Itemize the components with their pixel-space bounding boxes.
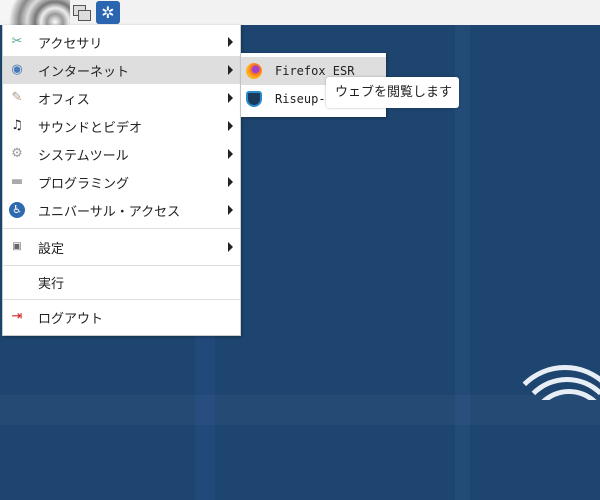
menu-item-programming[interactable]: ▬ プログラミング (3, 168, 240, 196)
chevron-right-icon (228, 149, 233, 159)
menu-separator (3, 299, 240, 300)
chevron-right-icon (228, 242, 233, 252)
menu-separator (3, 228, 240, 229)
menu-item-label: ユニバーサル・アクセス (38, 204, 181, 220)
menu-item-office[interactable]: ✎ オフィス (3, 84, 240, 112)
menu-item-sound-video[interactable]: ♫ サウンドとビデオ (3, 112, 240, 140)
chevron-right-icon (228, 177, 233, 187)
menu-item-accessories[interactable]: ✂ アクセサリ (3, 28, 240, 56)
desktop-logo-icon (505, 345, 600, 400)
internet-globe-icon: ◉ (11, 62, 23, 77)
show-windows-icon[interactable] (73, 5, 93, 22)
system-tools-icon: ⚙ (11, 146, 23, 161)
chevron-right-icon (228, 93, 233, 103)
multimedia-icon: ♫ (11, 118, 23, 133)
menu-item-internet[interactable]: ◉ インターネット (3, 56, 240, 84)
menu-item-label: インターネット (38, 64, 130, 80)
chevron-right-icon (228, 205, 233, 215)
blank-icon (9, 274, 25, 290)
accessibility-icon: ♿ (9, 202, 25, 218)
menu-item-accessibility[interactable]: ♿ ユニバーサル・アクセス (3, 196, 240, 224)
submenu-item-label: Riseup-v (275, 92, 333, 106)
menu-item-label: システムツール (38, 148, 129, 164)
taskbar: ✲ (0, 0, 600, 25)
menu-item-run[interactable]: 実行 (3, 268, 240, 296)
tooltip: ウェブを閲覧します (326, 77, 459, 108)
programming-icon: ▬ (10, 174, 24, 189)
menu-item-label: プログラミング (38, 176, 130, 192)
logout-icon: ⇥ (11, 309, 23, 324)
menu-item-label: アクセサリ (38, 36, 103, 52)
app-launcher-icon[interactable]: ✲ (96, 1, 120, 24)
menu-item-label: オフィス (38, 92, 90, 108)
firefox-icon (246, 63, 262, 79)
application-menu: ✂ アクセサリ ◉ インターネット ✎ オフィス ♫ サウンドとビデオ ⚙ システムツール… (2, 25, 241, 336)
accessories-icon: ✂ (11, 34, 23, 49)
menu-separator (3, 265, 240, 266)
settings-icon: ▣ (12, 241, 22, 252)
chevron-right-icon (228, 37, 233, 47)
submenu-item-label: Firefox ESR (275, 64, 355, 78)
menu-item-logout[interactable]: ⇥ ログアウト (3, 303, 240, 331)
menu-item-label: 設定 (38, 241, 65, 257)
desktop-swirl-icon[interactable] (0, 0, 70, 25)
menu-item-system-tools[interactable]: ⚙ システムツール (3, 140, 240, 168)
menu-item-label: ログアウト (38, 311, 104, 327)
menu-item-label: サウンドとビデオ (38, 120, 143, 136)
riseup-vpn-icon (246, 91, 262, 107)
office-icon: ✎ (11, 90, 23, 105)
menu-item-settings[interactable]: ▣ 設定 (3, 233, 240, 261)
chevron-right-icon (228, 121, 233, 131)
menu-item-label: 実行 (38, 276, 65, 292)
chevron-right-icon (228, 65, 233, 75)
